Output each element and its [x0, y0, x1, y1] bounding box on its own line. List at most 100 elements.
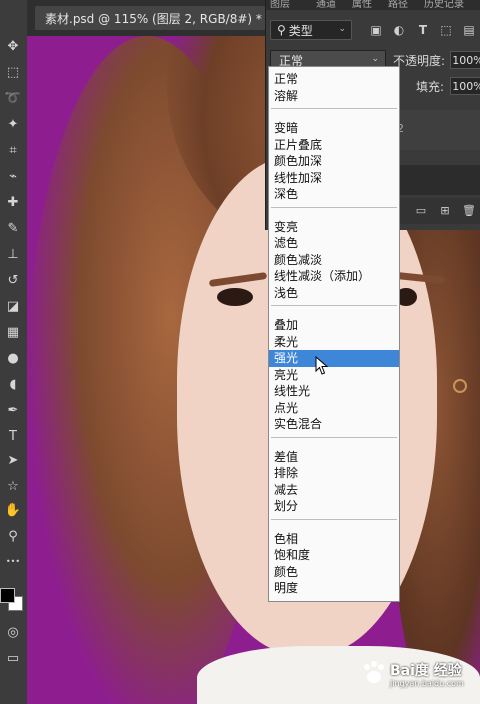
tab-layers[interactable]: 图层	[270, 0, 290, 10]
watermark-text: Bai度 经验	[390, 663, 462, 679]
blend-mode-option[interactable]: 浅色	[269, 285, 399, 302]
dodge-tool-icon[interactable]: ◖	[3, 374, 23, 394]
blend-mode-group: 色相 饱和度 颜色 明度	[269, 531, 399, 597]
watermark-url: jingyan.baidu.com	[390, 679, 464, 688]
blend-mode-option[interactable]: 颜色减淡	[269, 252, 399, 269]
chevron-down-icon: ⌄	[371, 54, 379, 64]
blend-mode-group: 变暗 正片叠底 颜色加深 线性加深 深色	[269, 120, 399, 203]
brush-tool-icon[interactable]: ✎	[3, 218, 23, 238]
layer-filter-row: ⚲ 类型 ⌄ ▣ ◐ T ⬚ ▤	[266, 18, 480, 44]
layer-filter-label: 类型	[288, 23, 313, 38]
new-layer-icon[interactable]: ⊞	[438, 203, 452, 217]
tab-properties[interactable]: 属性	[352, 0, 372, 10]
opacity-label: 不透明度:	[393, 54, 446, 68]
trash-icon[interactable]: 🗑	[462, 203, 476, 217]
path-selection-tool-icon[interactable]: ➤	[3, 450, 23, 470]
crop-tool-icon[interactable]: ⌗	[3, 140, 23, 160]
image-filter-icon[interactable]: ▣	[368, 22, 384, 38]
layers-panel-footer: ▭ ⊞ 🗑	[396, 198, 480, 224]
tab-paths[interactable]: 路径	[388, 0, 408, 10]
shape-filter-icon[interactable]: ⬚	[438, 22, 454, 38]
fill-label: 填充:	[416, 80, 445, 94]
adjustment-filter-icon[interactable]: ◐	[391, 22, 407, 38]
smart-object-filter-icon[interactable]: ▤	[461, 22, 477, 38]
foreground-color-swatch[interactable]	[0, 588, 15, 603]
blend-mode-option[interactable]: 叠加	[269, 317, 399, 334]
blend-mode-option[interactable]: 排除	[269, 465, 399, 482]
blend-mode-option[interactable]: 明度	[269, 580, 399, 597]
blend-mode-option[interactable]: 线性光	[269, 383, 399, 400]
layer-row[interactable]	[396, 110, 480, 150]
blend-mode-group: 正常 溶解	[269, 71, 399, 104]
blend-mode-option[interactable]: 线性减淡（添加）	[269, 268, 399, 285]
opacity-field[interactable]: 100%	[450, 51, 480, 69]
paw-logo-icon	[364, 661, 384, 683]
blend-mode-option[interactable]: 强光	[269, 350, 399, 367]
blend-mode-group: 变亮 滤色 颜色减淡 线性减淡（添加） 浅色	[269, 219, 399, 302]
blend-mode-option[interactable]: 滤色	[269, 235, 399, 252]
clone-stamp-tool-icon[interactable]: ⊥	[3, 244, 23, 264]
blend-mode-option[interactable]: 饱和度	[269, 547, 399, 564]
blend-mode-group: 差值 排除 减去 划分	[269, 449, 399, 515]
blend-mode-option[interactable]: 亮光	[269, 367, 399, 384]
blend-mode-option[interactable]: 变亮	[269, 219, 399, 236]
blend-mode-group: 叠加 柔光 强光 亮光 线性光 点光 实色混合	[269, 317, 399, 433]
tab-channels[interactable]: 通道	[316, 0, 336, 10]
blend-mode-option[interactable]: 正片叠底	[269, 137, 399, 154]
shape-tool-icon[interactable]: ☆	[3, 476, 23, 496]
fill-field[interactable]: 100%	[450, 77, 480, 95]
hand-tool-icon[interactable]: ✋	[3, 500, 23, 520]
blend-mode-option[interactable]: 线性加深	[269, 170, 399, 187]
eyedropper-tool-icon[interactable]: ⌁	[3, 166, 23, 186]
blend-mode-option[interactable]: 柔光	[269, 334, 399, 351]
marquee-tool-icon[interactable]: ⬚	[3, 62, 23, 82]
type-filter-icon[interactable]: T	[415, 22, 431, 38]
chevron-down-icon: ⌄	[338, 24, 346, 34]
left-eye	[217, 288, 253, 306]
blend-mode-option[interactable]: 正常	[269, 71, 399, 88]
blend-mode-option[interactable]: 划分	[269, 498, 399, 515]
menu-separator	[271, 108, 397, 109]
layer-filter-select[interactable]: ⚲ 类型 ⌄	[270, 20, 352, 40]
quick-mask-tool-icon[interactable]: ◎	[3, 622, 23, 642]
menu-separator	[271, 518, 397, 520]
lasso-tool-icon[interactable]: ➰	[3, 88, 23, 108]
tab-history[interactable]: 历史记录	[424, 0, 464, 10]
blend-mode-option[interactable]: 减去	[269, 482, 399, 499]
earring	[453, 379, 467, 393]
blend-mode-menu: 正常 溶解 变暗 正片叠底 颜色加深 线性加深 深色 变亮 滤色 颜色减淡 线性减淡（添加） 浅色 叠加…	[268, 66, 400, 602]
baidu-jingyan-watermark: Bai度 经验 jingyan.baidu.com	[358, 652, 476, 692]
zoom-tool-icon[interactable]: ⚲	[3, 526, 23, 546]
layer-row[interactable]	[396, 165, 480, 195]
search-icon: ⚲	[277, 23, 286, 37]
blend-mode-option[interactable]: 颜色	[269, 564, 399, 581]
panel-tabs: 图层 通道 属性 路径 历史记录	[266, 0, 480, 10]
blend-mode-option[interactable]: 变暗	[269, 120, 399, 137]
document-tab[interactable]: 素材.psd @ 115% (图层 2, RGB/8#) * ×	[35, 6, 288, 30]
blend-mode-option[interactable]: 色相	[269, 531, 399, 548]
new-group-icon[interactable]: ▭	[414, 203, 428, 217]
tools-panel: ✥ ⬚ ➰ ✦ ⌗ ⌁ ✚ ✎ ⊥ ↺ ◪ ▦ ● ◖ ✒ T ➤ ☆ ✋ ⚲ ••• ◎ ▭	[0, 0, 28, 704]
magic-wand-tool-icon[interactable]: ✦	[3, 114, 23, 134]
blend-mode-option[interactable]: 实色混合	[269, 416, 399, 433]
healing-brush-tool-icon[interactable]: ✚	[3, 192, 23, 212]
blend-mode-option[interactable]: 颜色加深	[269, 153, 399, 170]
blend-mode-option[interactable]: 点光	[269, 400, 399, 417]
blend-mode-option[interactable]: 差值	[269, 449, 399, 466]
blur-tool-icon[interactable]: ●	[3, 348, 23, 368]
document-tab-title: 素材.psd @ 115% (图层 2, RGB/8#) *	[45, 11, 262, 26]
document-tab-bar: 素材.psd @ 115% (图层 2, RGB/8#) * ×	[27, 0, 288, 36]
type-tool-icon[interactable]: T	[3, 426, 23, 446]
menu-separator	[271, 436, 397, 438]
blend-mode-option[interactable]: 溶解	[269, 88, 399, 105]
screen-mode-tool-icon[interactable]: ▭	[3, 648, 23, 668]
more-tools-icon[interactable]: •••	[3, 552, 23, 572]
move-tool-icon[interactable]: ✥	[3, 36, 23, 56]
gradient-tool-icon[interactable]: ▦	[3, 322, 23, 342]
menu-separator	[271, 305, 397, 306]
blend-mode-option[interactable]: 深色	[269, 186, 399, 203]
pen-tool-icon[interactable]: ✒	[3, 400, 23, 420]
menu-separator	[271, 206, 397, 208]
history-brush-tool-icon[interactable]: ↺	[3, 270, 23, 290]
eraser-tool-icon[interactable]: ◪	[3, 296, 23, 316]
